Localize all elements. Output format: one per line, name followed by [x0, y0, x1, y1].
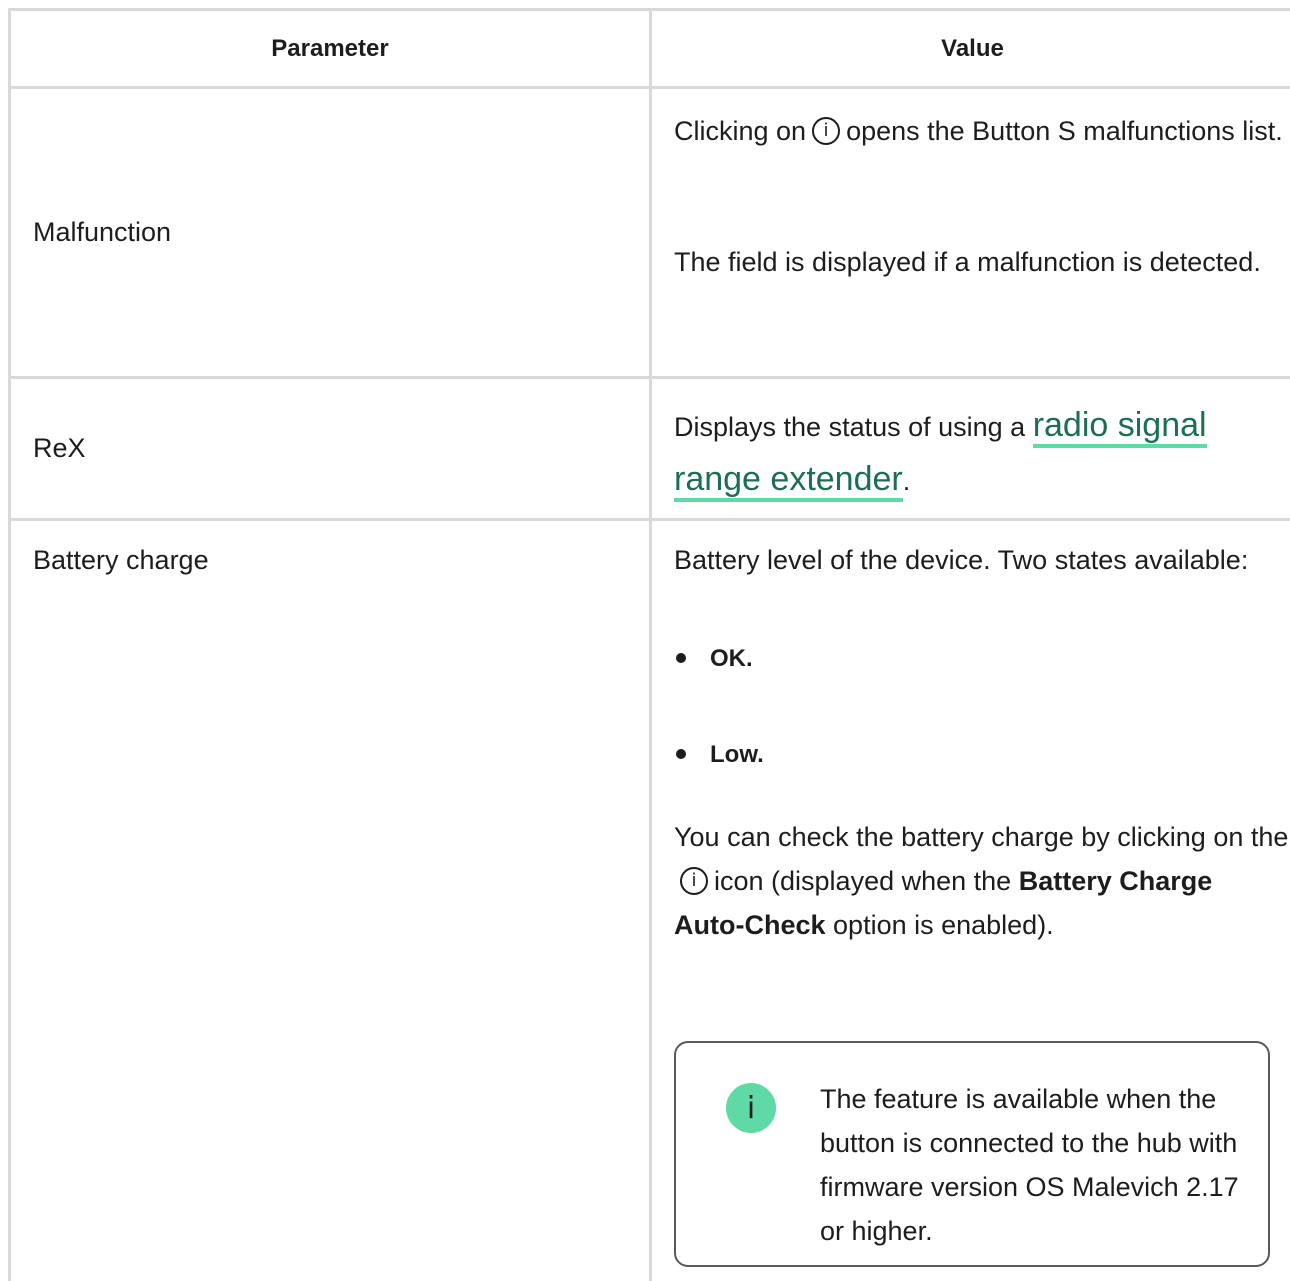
- parameter-cell: Malfunction: [11, 89, 652, 376]
- battery-check-text-end: option is enabled).: [833, 910, 1054, 940]
- info-icon[interactable]: i: [812, 116, 841, 145]
- parameter-cell: Battery charge: [11, 521, 652, 1281]
- parameter-name: Malfunction: [33, 217, 172, 247]
- rex-text-end: .: [902, 466, 911, 496]
- battery-check-text-middle: icon (displayed when the: [714, 866, 1012, 896]
- header-value-label: Value: [941, 35, 1004, 62]
- info-icon: i: [726, 1083, 776, 1133]
- value-cell: Battery level of the device. Two states …: [652, 521, 1290, 1281]
- info-icon[interactable]: i: [680, 866, 708, 895]
- parameter-name: Battery charge: [33, 545, 209, 575]
- firmware-note-text: The feature is available when the button…: [820, 1084, 1239, 1246]
- table-row: Battery charge Battery level of the devi…: [8, 521, 1290, 1281]
- firmware-note-box: i The feature is available when the butt…: [674, 1041, 1270, 1267]
- malfunction-text-start: Clicking on: [674, 116, 807, 146]
- table-header: Parameter Value: [8, 11, 1290, 89]
- battery-check-description: You can check the battery charge by clic…: [674, 815, 1289, 947]
- header-parameter-label: Parameter: [271, 35, 389, 62]
- table-row: Malfunction Clicking on i opens the Button…: [8, 89, 1290, 379]
- parameter-name: ReX: [33, 433, 86, 463]
- rex-description: Displays the status of using a radio sig…: [674, 399, 1289, 507]
- battery-state-ok: OK.: [676, 637, 753, 681]
- header-cell-parameter: Parameter: [11, 11, 652, 86]
- rex-text-start: Displays the status of using a: [674, 412, 1026, 442]
- value-cell: Displays the status of using a radio sig…: [652, 379, 1290, 518]
- battery-intro: Battery level of the device. Two states …: [674, 545, 1249, 575]
- battery-state-low: Low.: [676, 733, 764, 777]
- parameters-table: Parameter Value Malfunction Clicking on i…: [8, 8, 1290, 1281]
- header-cell-value: Value: [652, 11, 1290, 86]
- malfunction-note: The field is displayed if a malfunction …: [674, 247, 1261, 277]
- table-row: ReX Displays the status of using a radio…: [8, 379, 1290, 521]
- parameter-cell: ReX: [11, 379, 652, 518]
- malfunction-description: Clicking on i opens the Button S malfuncti…: [674, 109, 1289, 153]
- battery-check-text-start: You can check the battery charge by clic…: [674, 822, 1289, 852]
- malfunction-text-end: opens the Button S malfunctions list.: [846, 116, 1283, 146]
- value-cell: Clicking on i opens the Button S malfuncti…: [652, 89, 1290, 376]
